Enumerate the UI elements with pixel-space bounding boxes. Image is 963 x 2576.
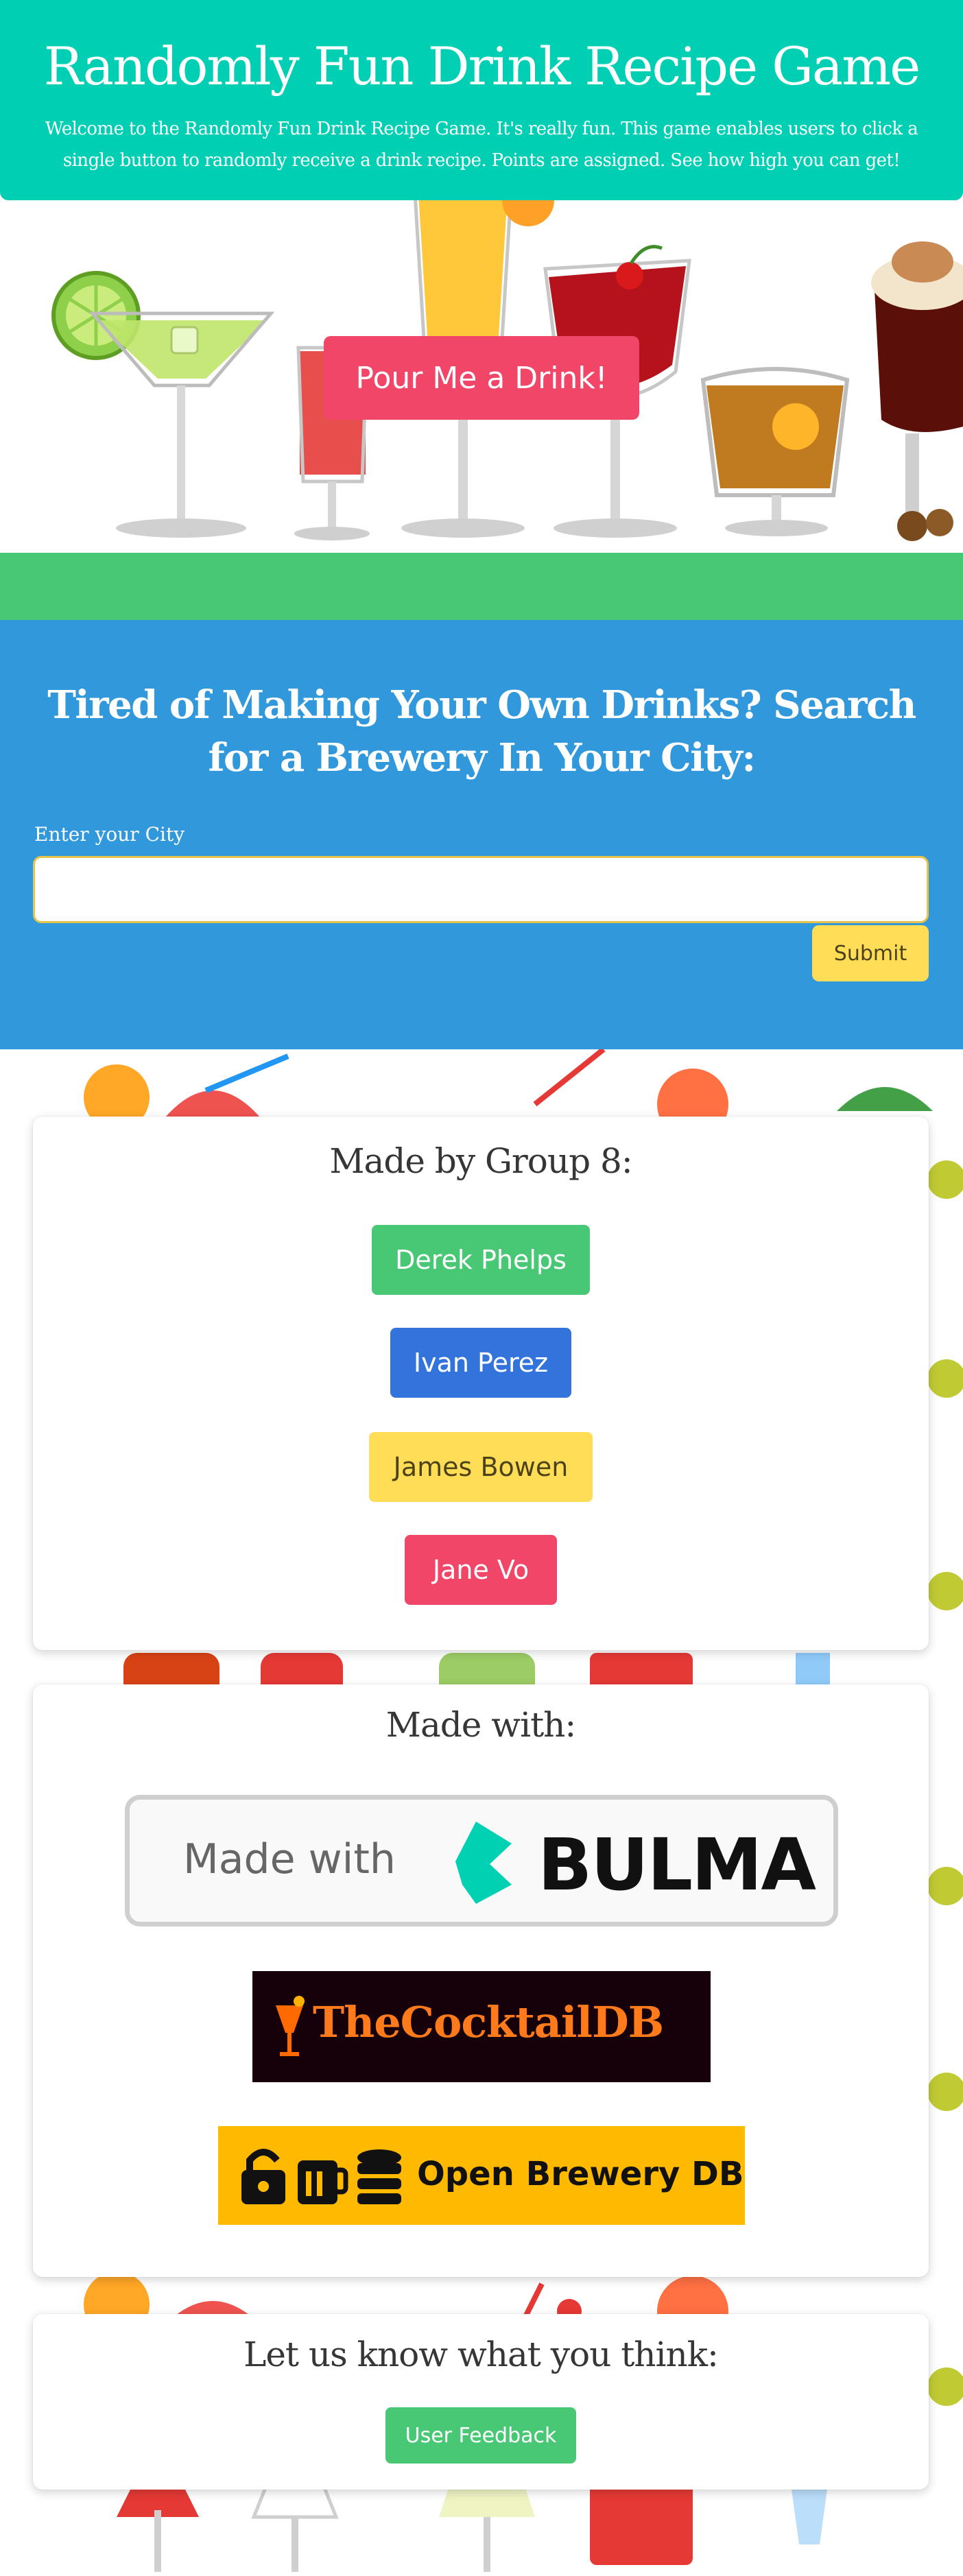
user-feedback-button[interactable]: User Feedback xyxy=(385,2407,576,2464)
bulma-wordmark: BULMA xyxy=(538,1823,816,1907)
member-button-jane-vo[interactable]: Jane Vo xyxy=(405,1535,557,1605)
city-label: Enter your City xyxy=(34,823,185,846)
pour-drink-button[interactable]: Pour Me a Drink! xyxy=(324,336,639,420)
page-title: Randomly Fun Drink Recipe Game xyxy=(43,36,921,97)
whiskey-glass-icon xyxy=(700,367,850,536)
member-button-derek-phelps[interactable]: Derek Phelps xyxy=(372,1225,590,1295)
margarita-glass-icon xyxy=(51,271,275,538)
openbrewerydb-logo-link[interactable]: Open Brewery DB xyxy=(218,2126,745,2225)
database-icon xyxy=(357,2149,401,2204)
city-input[interactable] xyxy=(33,856,929,923)
coffee-glass-icon xyxy=(871,241,963,541)
brewery-search-title: Tired of Making Your Own Drinks? Search … xyxy=(47,682,916,780)
team-card: Made by Group 8: Derek Phelps Ivan Perez… xyxy=(33,1117,929,1650)
made-with-title: Made with: xyxy=(385,1705,576,1745)
cocktail-glass-icon xyxy=(276,1996,305,2056)
feedback-title: Let us know what you think: xyxy=(243,2335,719,2374)
member-button-james-bowen[interactable]: James Bowen xyxy=(369,1432,593,1502)
page-subtitle: Welcome to the Randomly Fun Drink Recipe… xyxy=(45,119,918,171)
submit-button[interactable]: Submit xyxy=(812,925,929,981)
team-title: Made by Group 8: xyxy=(329,1141,632,1181)
bulma-made-with-text: Made with xyxy=(183,1835,396,1883)
cocktaildb-logo-link[interactable]: TheCocktailDB xyxy=(252,1971,711,2082)
openbrewerydb-wordmark: Open Brewery DB xyxy=(417,2155,744,2193)
cocktaildb-wordmark: TheCocktailDB xyxy=(313,1997,664,2047)
green-divider-bar xyxy=(0,553,963,620)
member-button-ivan-perez[interactable]: Ivan Perez xyxy=(390,1328,571,1398)
lock-icon xyxy=(241,2149,285,2204)
bulma-icon xyxy=(455,1822,512,1904)
beer-mug-icon xyxy=(298,2160,348,2204)
bulma-logo-link[interactable]: Made with BULMA xyxy=(125,1795,838,1927)
open-brewery-icons xyxy=(241,2149,401,2204)
